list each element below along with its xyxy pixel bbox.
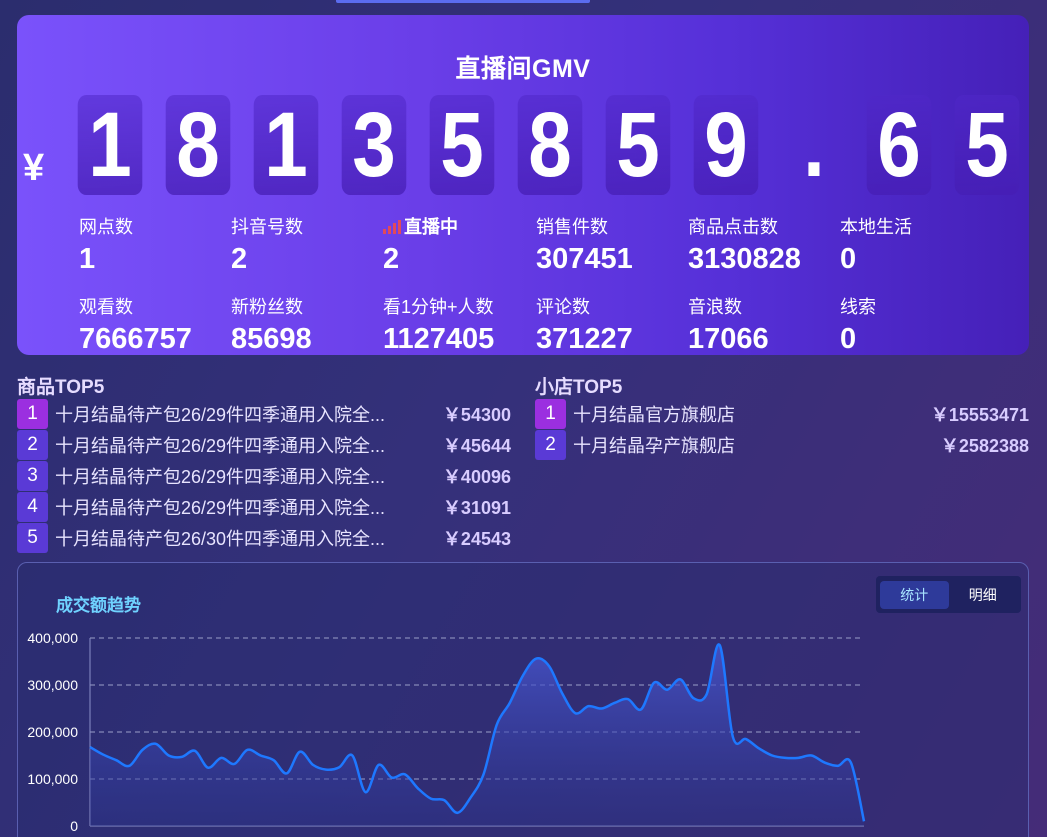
stat-item: 新粉丝数 85698: [231, 295, 381, 355]
trend-chart: 0 100,000 200,000 300,000 400,000: [27, 630, 866, 834]
y-tick-label: 400,000: [27, 630, 78, 646]
stat-item: 抖音号数 2: [231, 215, 381, 276]
gmv-digit: 1: [77, 95, 143, 195]
top-indicator: [336, 0, 590, 3]
gmv-digit: 6: [866, 95, 932, 195]
stat-value: 0: [840, 323, 857, 355]
stat-label: 评论数: [536, 297, 590, 317]
stat-value: 1127405: [383, 323, 495, 355]
gmv-digit: 5: [605, 95, 671, 195]
stat-label: 音浪数: [688, 297, 742, 317]
stat-value: 3130828: [688, 243, 801, 275]
item-name: 十月结晶待产包26/30件四季通用入院全...: [55, 529, 386, 549]
gmv-digit: 9: [693, 95, 759, 195]
item-name: 十月结晶待产包26/29件四季通用入院全...: [55, 467, 386, 487]
live-status-text: 直播中: [404, 217, 458, 237]
y-tick-label: 200,000: [27, 724, 78, 740]
stat-label: 销售件数: [536, 217, 608, 237]
stat-label: 新粉丝数: [231, 297, 303, 317]
trend-chart-panel: 成交额趋势 统计 明细 0 100,000 200,000 300,000 400,00…: [17, 562, 1029, 837]
stat-value: 0: [840, 243, 857, 275]
stat-value: 7666757: [79, 323, 192, 355]
stat-label: 商品点击数: [688, 217, 778, 237]
gmv-digit: 5: [429, 95, 495, 195]
currency-symbol: ¥: [23, 147, 45, 189]
list-item[interactable]: 2 十月结晶孕产旗舰店 ￥2582388: [535, 430, 1029, 460]
list-item[interactable]: 2 十月结晶待产包26/29件四季通用入院全... ￥45644: [17, 430, 511, 460]
stat-value: 17066: [688, 323, 769, 355]
stat-label: 网点数: [79, 217, 133, 237]
rank-badge: 2: [17, 430, 48, 460]
stat-label: 观看数: [79, 297, 133, 317]
gmv-decimal-point: .: [803, 94, 825, 196]
item-name: 十月结晶待产包26/29件四季通用入院全...: [55, 436, 386, 456]
item-name: 十月结晶孕产旗舰店: [573, 436, 735, 456]
y-tick-label: 0: [70, 818, 78, 834]
y-tick-label: 100,000: [27, 771, 78, 787]
item-name: 十月结晶待产包26/29件四季通用入院全...: [55, 498, 386, 518]
stat-item: 销售件数 307451: [536, 215, 686, 276]
stat-label: 本地生活: [840, 217, 912, 237]
stat-value: 371227: [536, 323, 633, 355]
stat-value: 1: [79, 243, 96, 275]
stat-item: 看1分钟+人数 1127405: [383, 295, 533, 355]
y-tick-label: 300,000: [27, 677, 78, 693]
list-item[interactable]: 1 十月结晶待产包26/29件四季通用入院全... ￥54300: [17, 399, 511, 429]
item-amount: ￥2582388: [940, 436, 1029, 456]
series-area: [90, 644, 864, 826]
stat-label: 线索: [840, 297, 876, 317]
gmv-hero-panel: 直播间GMV ¥ 18135859.65 网点数 1 抖音号数 2 直播中 2 销售件数 30…: [17, 15, 1029, 355]
stat-item: 评论数 371227: [536, 295, 686, 355]
gmv-digit: 5: [954, 95, 1020, 195]
stat-value: 2: [231, 243, 248, 275]
shops-title: 小店TOP5: [535, 377, 623, 398]
stat-value: 85698: [231, 323, 312, 355]
stat-item: 线索 0: [840, 295, 990, 355]
item-name: 十月结晶官方旗舰店: [573, 405, 735, 425]
list-item[interactable]: 1 十月结晶官方旗舰店 ￥15553471: [535, 399, 1029, 429]
gmv-digit: 1: [253, 95, 319, 195]
stat-label: 直播中: [383, 215, 533, 239]
item-amount: ￥15553471: [930, 405, 1029, 425]
stat-item: 音浪数 17066: [688, 295, 838, 355]
stat-item: 本地生活 0: [840, 215, 990, 276]
stat-item: 网点数 1: [79, 215, 229, 276]
gmv-digit: 8: [165, 95, 231, 195]
stat-value: 307451: [536, 243, 633, 275]
live-signal-icon: [383, 220, 401, 234]
item-amount: ￥54300: [442, 405, 511, 425]
rank-badge: 1: [535, 399, 566, 429]
rank-badge: 4: [17, 492, 48, 522]
stat-item: 观看数 7666757: [79, 295, 229, 355]
products-title: 商品TOP5: [17, 377, 105, 398]
stat-label: 看1分钟+人数: [383, 297, 494, 317]
stat-value: 2: [383, 243, 400, 275]
rank-badge: 3: [17, 461, 48, 491]
list-item[interactable]: 5 十月结晶待产包26/30件四季通用入院全... ￥24543: [17, 523, 511, 553]
stat-label: 抖音号数: [231, 217, 303, 237]
gmv-digit: 3: [341, 95, 407, 195]
item-name: 十月结晶待产包26/29件四季通用入院全...: [55, 405, 386, 425]
rank-badge: 1: [17, 399, 48, 429]
item-amount: ￥40096: [442, 467, 511, 487]
list-item[interactable]: 3 十月结晶待产包26/29件四季通用入院全... ￥40096: [17, 461, 511, 491]
stat-item: 直播中 2: [383, 215, 533, 276]
item-amount: ￥24543: [442, 529, 511, 549]
gmv-digit: 8: [517, 95, 583, 195]
list-item[interactable]: 4 十月结晶待产包26/29件四季通用入院全... ￥31091: [17, 492, 511, 522]
stat-item: 商品点击数 3130828: [688, 215, 838, 276]
gmv-title: 直播间GMV: [455, 55, 591, 83]
rank-badge: 5: [17, 523, 48, 553]
rank-badge: 2: [535, 430, 566, 460]
item-amount: ￥45644: [442, 436, 511, 456]
item-amount: ￥31091: [442, 498, 511, 518]
